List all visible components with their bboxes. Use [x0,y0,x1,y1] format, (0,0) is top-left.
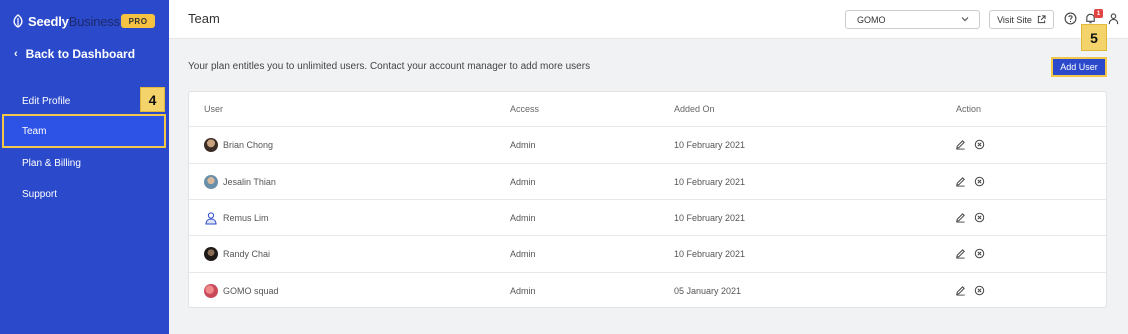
avatar [204,284,218,298]
brand-suffix: Business [68,13,120,29]
pencil-icon[interactable] [955,212,966,223]
column-header-added-on: Added On [674,104,715,114]
external-link-icon [1037,15,1046,24]
step-callout-4: 4 [140,87,165,112]
user-added-on: 10 February 2021 [674,140,746,150]
remove-circle-icon[interactable] [974,285,985,296]
user-added-on: 10 February 2021 [674,249,746,259]
user-access: Admin [510,286,536,296]
user-name: Randy Chai [223,249,271,259]
sidebar-item-plan-billing[interactable]: Plan & Billing [0,146,169,180]
user-access: Admin [510,177,536,187]
table-row: Randy Chai Admin 10 February 2021 [189,235,1106,271]
remove-circle-icon[interactable] [974,176,985,187]
sidebar-item-label: Plan & Billing [22,157,81,169]
user-added-on: 10 February 2021 [674,177,746,187]
user-name: Remus Lim [223,213,269,223]
remove-circle-icon[interactable] [974,212,985,223]
pencil-icon[interactable] [955,139,966,150]
notification-count-badge: 1 [1094,9,1103,18]
avatar [204,138,218,152]
leaf-icon [13,14,23,28]
pencil-icon[interactable] [955,176,966,187]
user-access: Admin [510,140,536,150]
column-header-action: Action [956,104,982,114]
help-circle-icon[interactable] [1064,12,1077,25]
table-row: GOMO squad Admin 05 January 2021 [189,272,1106,308]
brand-prefix: Seedly [28,13,69,29]
user-added-on: 05 January 2021 [674,286,742,296]
organization-select-value: GOMO [857,14,886,25]
chevron-down-icon [961,17,969,22]
back-to-dashboard-link[interactable]: ‹ Back to Dashboard [14,47,135,61]
column-header-access: Access [510,104,540,114]
table-row: Remus Lim Admin 10 February 2021 [189,199,1106,235]
pro-badge: PRO [121,14,155,28]
pencil-icon[interactable] [955,248,966,259]
user-name: Brian Chong [223,140,274,150]
user-icon[interactable] [1107,12,1120,25]
user-icon [205,212,217,225]
organization-select[interactable]: GOMO [845,10,980,29]
plan-message: Your plan entitles you to unlimited user… [188,61,591,72]
sidebar-item-label: Edit Profile [22,95,71,107]
chevron-left-icon: ‹ [14,48,18,60]
add-user-button[interactable]: Add User [1051,57,1107,77]
table-row: Brian Chong Admin 10 February 2021 [189,126,1106,162]
sidebar-item-support[interactable]: Support [0,177,169,211]
user-added-on: 10 February 2021 [674,213,746,223]
page-title: Team [188,11,220,26]
visit-site-label: Visit Site [997,14,1032,25]
back-to-dashboard-label: Back to Dashboard [25,47,136,61]
brand-logo[interactable]: SeedlyBusiness [12,12,120,30]
brand-name: SeedlyBusiness [28,14,120,29]
visit-site-button[interactable]: Visit Site [989,10,1054,29]
remove-circle-icon[interactable] [974,139,985,150]
column-header-user: User [204,104,224,114]
avatar [204,175,218,189]
remove-circle-icon[interactable] [974,248,985,259]
user-access: Admin [510,249,536,259]
table-row: Jesalin Thian Admin 10 February 2021 [189,163,1106,199]
user-name: Jesalin Thian [223,177,276,187]
sidebar-item-label: Team [22,125,47,137]
team-table: User Access Added On Action Brian Chong … [188,91,1107,308]
pencil-icon[interactable] [955,285,966,296]
step-callout-5: 5 [1081,24,1107,51]
avatar [204,247,218,261]
sidebar-item-team[interactable]: Team [2,114,166,148]
top-header: Team GOMO Visit Site 1 [169,0,1128,39]
user-name: GOMO squad [223,286,279,296]
sidebar-item-label: Support [22,188,58,200]
user-access: Admin [510,213,536,223]
sidebar: SeedlyBusiness PRO ‹ Back to Dashboard E… [0,0,169,334]
